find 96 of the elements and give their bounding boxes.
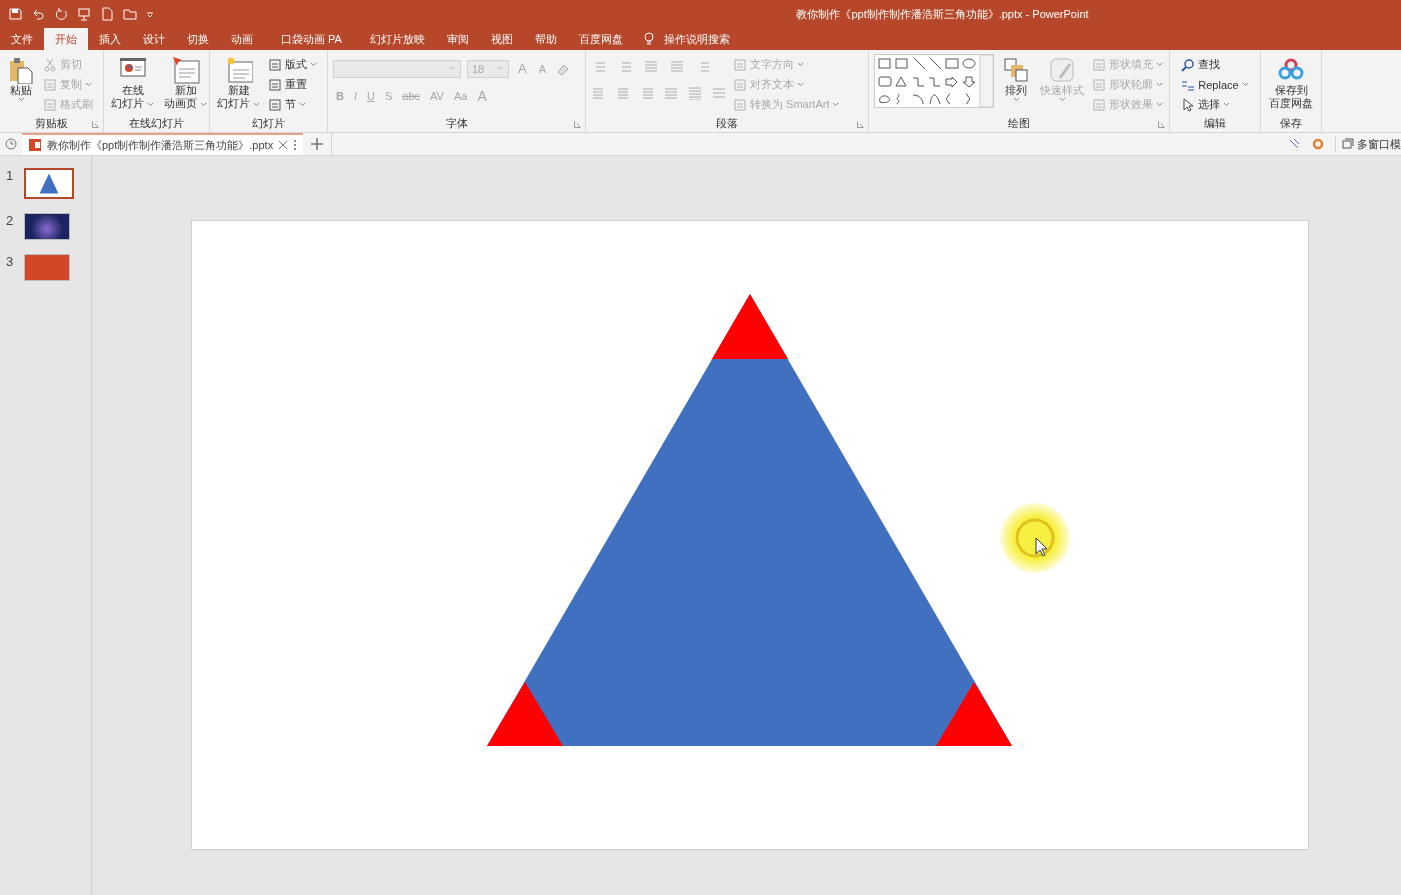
caret-icon (1241, 82, 1249, 87)
distribute-icon[interactable] (687, 86, 703, 100)
ribbon-button[interactable]: 排列 (1000, 54, 1032, 104)
ribbon-tab[interactable]: 文件 (0, 28, 44, 50)
caret-icon (200, 102, 208, 107)
caret-icon (299, 102, 307, 107)
ribbon-tab[interactable]: 幻灯片放映 (358, 28, 436, 50)
caret-icon (253, 102, 261, 107)
ribbon-tab[interactable]: 插入 (88, 28, 132, 50)
caret-icon (17, 97, 25, 102)
folder-icon (123, 7, 137, 21)
ribbon-button[interactable]: 粘贴 (5, 54, 37, 104)
slide-preview (25, 255, 69, 280)
increase-indent-icon[interactable] (669, 60, 685, 74)
more-icon (293, 138, 298, 152)
search-icon (1181, 57, 1196, 72)
caret-icon (1156, 82, 1163, 87)
caret-icon (449, 66, 456, 71)
dialog-launcher-icon[interactable] (857, 121, 864, 128)
caret-icon (832, 102, 840, 107)
history-icon (4, 137, 18, 151)
document-tab[interactable]: 教你制作《ppt制作制作潘浩斯三角功能》.pptx (22, 133, 304, 155)
group-label: 编辑 (1203, 116, 1227, 131)
ribbon-button[interactable]: Replace (1181, 76, 1249, 93)
presentation-icon (77, 7, 91, 21)
ribbon-tab[interactable]: 口袋动画 PA (270, 28, 353, 50)
caret-icon (1156, 62, 1163, 67)
caret-icon (310, 62, 318, 67)
slide-thumbnail[interactable] (24, 168, 74, 199)
new-file-icon (100, 7, 114, 21)
ribbon-tab[interactable]: 帮助 (523, 28, 568, 50)
justify-icon[interactable] (663, 86, 679, 100)
group-label: 字体 (444, 116, 469, 131)
close-icon (278, 138, 289, 152)
group-label: 幻灯片 (251, 116, 286, 131)
ribbon-button[interactable]: 在线 幻灯片 (109, 54, 157, 112)
windows-icon (1342, 137, 1354, 151)
caret-icon (797, 82, 804, 87)
slide-number: 1 (6, 168, 14, 183)
paste-icon (7, 56, 35, 84)
group-label: 绘图 (1007, 116, 1031, 131)
undo-icon (31, 7, 45, 21)
caret-icon (797, 62, 804, 67)
window-title: 教你制作《ppt制作制作潘浩斯三角功能》.pptx - PowerPoint (795, 6, 1090, 22)
align-center-icon[interactable] (615, 86, 631, 100)
ribbon-button[interactable]: 节 (268, 96, 318, 113)
cursor-icon (1181, 97, 1196, 112)
ribbon-tab[interactable]: 设计 (132, 28, 176, 50)
columns-icon[interactable] (711, 86, 727, 100)
redo-icon (54, 7, 68, 21)
ribbon-button[interactable]: 新加 动画页 (162, 54, 210, 112)
shape-gallery[interactable] (874, 54, 994, 108)
tell-me-search[interactable]: 操作说明搜索 (641, 28, 730, 50)
document-name: 教你制作《ppt制作制作潘浩斯三角功能》.pptx (47, 137, 274, 153)
group-label: 在线幻灯片 (128, 116, 185, 131)
slide-thumbnail[interactable] (24, 213, 70, 240)
ribbon-tab[interactable]: 开始 (44, 28, 88, 50)
lightbulb-icon (641, 32, 656, 46)
ribbon-button[interactable]: 版式 (268, 56, 318, 73)
ribbon-tab[interactable]: 百度网盘 (567, 28, 634, 50)
caret-icon (1012, 97, 1020, 102)
group-label: 段落 (715, 116, 739, 131)
group-label: 保存 (1279, 116, 1303, 131)
ribbon-button[interactable]: 查找 (1181, 56, 1249, 73)
photo-placeholder (25, 214, 69, 239)
group-label: 剪贴板 (34, 116, 69, 131)
brush-style-icon (1048, 56, 1076, 84)
decrease-indent-icon[interactable] (643, 60, 659, 74)
file-icon (28, 138, 42, 152)
ribbon-tab[interactable]: 切换 (176, 28, 220, 50)
slide-number: 2 (6, 213, 14, 228)
arrange-icon (1002, 56, 1030, 84)
caret-icon (497, 66, 504, 71)
cursor-highlight (999, 502, 1071, 574)
caret-icon (85, 82, 92, 87)
ribbon-button[interactable]: 选择 (1181, 96, 1249, 113)
scissors-icon (43, 57, 57, 72)
slide-number: 3 (6, 254, 14, 269)
dialog-launcher-icon[interactable] (1158, 121, 1165, 128)
ribbon-button[interactable]: 保存到 百度网盘 (1267, 54, 1315, 112)
caret-icon (147, 102, 155, 107)
caret-icon (1058, 97, 1066, 102)
dialog-launcher-icon[interactable] (92, 121, 99, 128)
slide-with-pointer-icon (171, 56, 200, 84)
plus-icon (310, 137, 325, 151)
slide-thumbnail[interactable] (24, 254, 70, 281)
caret-icon (1156, 102, 1163, 107)
ribbon-button[interactable]: 新建 幻灯片 (215, 54, 263, 112)
ribbon-tab[interactable]: 审阅 (435, 28, 480, 50)
caret-icon (1223, 102, 1231, 107)
dialog-launcher-icon[interactable] (574, 121, 581, 128)
ribbon-tab[interactable]: 视图 (479, 28, 524, 50)
multi-window-button[interactable]: 多窗口模 (1335, 136, 1401, 152)
ribbon-button[interactable]: 重置 (268, 76, 318, 93)
ribbon-tab[interactable]: 动画 (220, 28, 264, 50)
save-icon (8, 7, 22, 21)
